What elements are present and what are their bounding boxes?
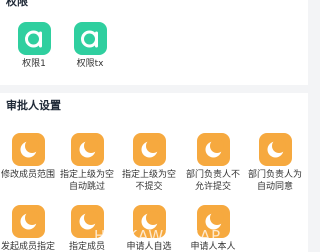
- section-title-permissions: 权限: [6, 0, 28, 8]
- approver-tile-label: 指定上级为空 自动跳过: [59, 170, 114, 192]
- permission-tile-label: 权限1: [22, 59, 46, 69]
- permission-tile-1[interactable]: 权限1: [4, 22, 64, 70]
- app-a-icon: [17, 22, 51, 55]
- app-a-icon: [73, 22, 107, 55]
- permission-tile-label: 权限tx: [76, 59, 104, 69]
- permissions-section: 权限 权限1 权限tx: [0, 0, 308, 85]
- moon-icon: [11, 133, 45, 166]
- moon-icon: [258, 133, 292, 166]
- watermark: HCFKAWEI MAP: [94, 227, 222, 245]
- approver-tile-label: 部门负责人不 允许提交: [185, 170, 240, 192]
- moon-icon: [196, 133, 230, 166]
- approver-tile-label: 发起成员指定: [0, 242, 55, 252]
- approver-tile-3[interactable]: 指定上级为空 不提交: [119, 133, 179, 193]
- approver-tile-label: 修改成员范围: [0, 170, 55, 180]
- moon-icon: [132, 133, 166, 166]
- approver-tile-5[interactable]: 部门负责人为 自动同意: [245, 133, 305, 193]
- approver-tile-4[interactable]: 部门负责人不 允许提交: [183, 133, 243, 193]
- approver-tile-label: 部门负责人为 自动同意: [247, 170, 302, 192]
- permission-tile-2[interactable]: 权限tx: [60, 22, 120, 70]
- approver-tile-1[interactable]: 修改成员范围: [0, 133, 58, 181]
- moon-icon: [11, 205, 45, 238]
- moon-icon: [70, 133, 104, 166]
- approver-tile-label: 指定上级为空 不提交: [121, 170, 176, 192]
- section-title-approver-settings: 审批人设置: [6, 99, 61, 112]
- approver-tile-2[interactable]: 指定上级为空 自动跳过: [57, 133, 117, 193]
- approver-tile-6[interactable]: 发起成员指定: [0, 205, 58, 252]
